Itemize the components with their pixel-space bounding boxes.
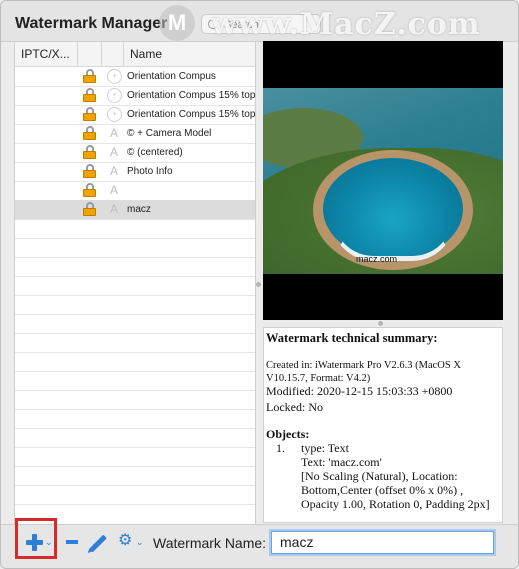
column-header-lock[interactable] bbox=[78, 42, 102, 66]
row-name: macz bbox=[127, 204, 151, 215]
column-header-name[interactable]: Name bbox=[124, 42, 255, 66]
watermark-name-label: Watermark Name: bbox=[153, 535, 267, 551]
empty-table-row[interactable] bbox=[15, 219, 255, 239]
watermark-manager-window: Watermark Manager Search M www.MacZ.com … bbox=[0, 0, 519, 569]
column-header-type[interactable] bbox=[102, 42, 124, 66]
lock-icon[interactable] bbox=[83, 107, 96, 121]
empty-table-row[interactable] bbox=[15, 352, 255, 372]
text-a-icon: A bbox=[109, 126, 118, 140]
summary-created: Created in: iWatermark Pro V2.6.3 (MacOS… bbox=[266, 360, 461, 384]
add-button-highlight bbox=[15, 518, 57, 559]
lock-icon[interactable] bbox=[83, 164, 96, 178]
lock-icon[interactable] bbox=[83, 126, 96, 140]
empty-table-row[interactable] bbox=[15, 371, 255, 391]
compass-icon: + bbox=[107, 107, 122, 122]
empty-table-row[interactable] bbox=[15, 466, 255, 486]
remove-watermark-button[interactable] bbox=[66, 540, 78, 544]
empty-table-row[interactable] bbox=[15, 485, 255, 505]
text-a-icon: A bbox=[109, 183, 118, 197]
table-row[interactable]: + Orientation Compus 15% top bbox=[15, 86, 255, 106]
summary-modified: Modified: 2020-12-15 15:03:33 +0800 bbox=[266, 384, 453, 398]
gear-menu-chevron-icon[interactable]: ⌄ bbox=[136, 537, 144, 548]
table-row[interactable]: + Orientation Compus bbox=[15, 67, 255, 87]
empty-table-row[interactable] bbox=[15, 314, 255, 334]
watermark-preview: macz.com bbox=[263, 41, 503, 320]
empty-table-row[interactable] bbox=[15, 276, 255, 296]
window-title: Watermark Manager bbox=[15, 15, 168, 32]
column-header-iptc[interactable]: IPTC/X... bbox=[15, 42, 78, 66]
summary-object-line: Bottom,Center (offset 0% x 0%) , bbox=[301, 483, 464, 497]
compass-icon: + bbox=[107, 69, 122, 84]
preview-photo: macz.com bbox=[263, 88, 503, 274]
empty-table-row[interactable] bbox=[15, 447, 255, 467]
table-row[interactable]: + Orientation Compus 15% top bbox=[15, 105, 255, 125]
lock-icon[interactable] bbox=[83, 145, 96, 159]
technical-summary: Watermark technical summary: Created in:… bbox=[263, 327, 503, 523]
empty-table-row[interactable] bbox=[15, 390, 255, 410]
title-bar: Watermark Manager Search M www.MacZ.com bbox=[1, 1, 518, 42]
table-row[interactable]: A bbox=[15, 181, 255, 201]
empty-table-row[interactable] bbox=[15, 428, 255, 448]
empty-table-row[interactable] bbox=[15, 409, 255, 429]
row-name: Photo Info bbox=[127, 166, 173, 177]
watermark-logo-icon: M bbox=[159, 5, 195, 41]
row-name: © (centered) bbox=[127, 147, 183, 158]
compass-icon: + bbox=[107, 88, 122, 103]
table-header: IPTC/X... Name bbox=[15, 42, 255, 67]
summary-object-line: Opacity 1.00, Rotation 0, Padding 2px] bbox=[301, 497, 490, 511]
summary-object-line: Text: 'macz.com' bbox=[301, 455, 382, 469]
summary-title: Watermark technical summary: bbox=[266, 331, 438, 345]
lock-icon[interactable] bbox=[83, 69, 96, 83]
text-a-icon: A bbox=[109, 164, 118, 178]
text-a-icon: A bbox=[109, 202, 118, 216]
lock-icon[interactable] bbox=[83, 202, 96, 216]
split-handle-horizontal[interactable] bbox=[378, 321, 383, 326]
gear-icon[interactable]: ⚙ bbox=[118, 533, 134, 549]
summary-locked: Locked: No bbox=[266, 400, 323, 414]
summary-object-line: type: Text bbox=[301, 441, 349, 455]
empty-table-row[interactable] bbox=[15, 238, 255, 258]
row-name: © + Camera Model bbox=[127, 128, 212, 139]
text-a-icon: A bbox=[109, 145, 118, 159]
lock-icon[interactable] bbox=[83, 183, 96, 197]
summary-object-number: 1. bbox=[276, 441, 285, 455]
empty-table-row[interactable] bbox=[15, 295, 255, 315]
watermark-table: IPTC/X... Name + Orientation Compus + Orien… bbox=[14, 41, 256, 526]
empty-table-row[interactable] bbox=[15, 257, 255, 277]
empty-table-row[interactable] bbox=[15, 333, 255, 353]
table-row[interactable]: A © (centered) bbox=[15, 143, 255, 163]
table-row[interactable]: Amacz bbox=[15, 200, 255, 220]
row-name: Orientation Compus 15% top bbox=[127, 109, 256, 120]
overlay-watermark-text: www.MacZ.com bbox=[211, 7, 481, 42]
summary-objects-title: Objects: bbox=[266, 427, 310, 441]
preview-watermark-text: macz.com bbox=[356, 254, 398, 264]
summary-object-line: [No Scaling (Natural), Location: bbox=[301, 469, 458, 483]
table-row[interactable]: A Photo Info bbox=[15, 162, 255, 182]
row-name: Orientation Compus bbox=[127, 71, 216, 82]
watermark-name-input[interactable]: macz bbox=[271, 531, 494, 554]
split-handle-vertical[interactable] bbox=[256, 282, 261, 287]
row-name: Orientation Compus 15% top bbox=[127, 90, 256, 101]
lock-icon[interactable] bbox=[83, 88, 96, 102]
table-row[interactable]: A © + Camera Model bbox=[15, 124, 255, 144]
